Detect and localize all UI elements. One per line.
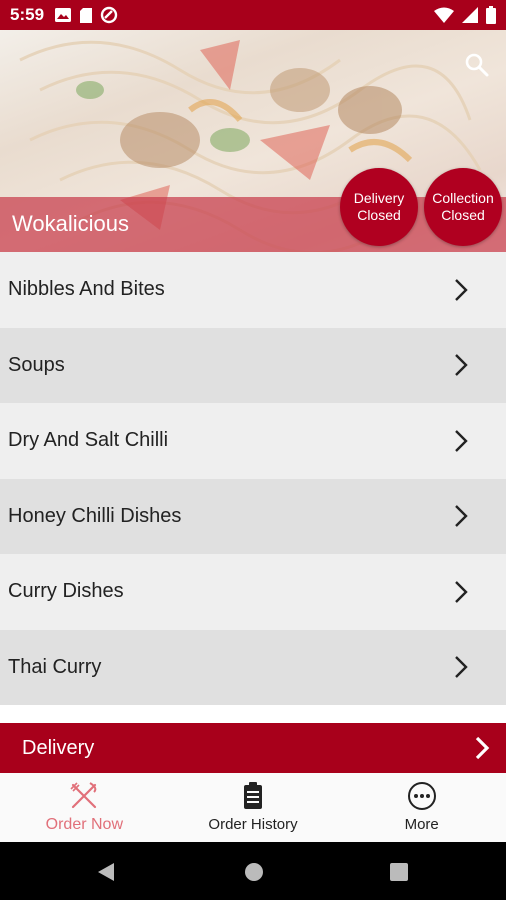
tab-order-history[interactable]: Order History — [169, 773, 338, 842]
tab-order-now-label: Order Now — [45, 816, 124, 833]
menu-category-label: Thai Curry — [8, 655, 102, 678]
data-saver-icon — [100, 6, 118, 24]
order-mode-label: Delivery — [22, 736, 95, 759]
status-bar: 5:59 — [0, 0, 506, 30]
back-icon[interactable] — [96, 862, 116, 882]
menu-category-label: Honey Chilli Dishes — [8, 504, 182, 527]
chevron-right-icon — [475, 736, 490, 760]
tab-more-label: More — [404, 816, 439, 833]
menu-category-label: Dry And Salt Chilli — [8, 429, 169, 452]
menu-category-list: Nibbles And Bites Soups Dry And Salt Chi… — [0, 252, 506, 705]
recents-icon[interactable] — [390, 863, 408, 881]
fork-knife-icon — [70, 782, 97, 809]
system-navigation-bar — [0, 842, 506, 900]
tab-order-now[interactable]: Order Now — [0, 773, 169, 842]
delivery-status-line2: Closed — [357, 207, 401, 223]
chevron-right-icon — [455, 505, 468, 528]
battery-icon — [486, 6, 496, 24]
delivery-status-line1: Delivery — [353, 190, 405, 206]
menu-category-item[interactable]: Soups — [0, 327, 506, 403]
chevron-right-icon — [455, 580, 468, 603]
restaurant-header: Wokalicious Delivery Closed Collection C… — [0, 30, 506, 252]
menu-category-label: Curry Dishes — [8, 580, 124, 603]
collection-status-line2: Closed — [441, 207, 485, 223]
delivery-status-badge: Delivery Closed — [340, 168, 418, 246]
status-time: 5:59 — [10, 5, 45, 24]
search-icon[interactable] — [464, 52, 490, 78]
chevron-right-icon — [455, 278, 468, 301]
collection-status-line1: Collection — [432, 190, 494, 206]
home-icon[interactable] — [244, 862, 264, 882]
wifi-icon — [434, 7, 454, 23]
sd-card-icon — [80, 7, 93, 23]
menu-category-label: Soups — [8, 353, 65, 376]
more-icon — [407, 782, 436, 810]
restaurant-name: Wokalicious — [12, 211, 129, 236]
menu-category-item[interactable]: Dry And Salt Chilli — [0, 403, 506, 479]
collection-status-badge: Collection Closed — [424, 168, 502, 246]
order-mode-bar[interactable]: Delivery — [0, 723, 506, 773]
menu-category-item[interactable]: Honey Chilli Dishes — [0, 478, 506, 554]
menu-category-label: Nibbles And Bites — [8, 278, 165, 301]
chevron-right-icon — [455, 354, 468, 377]
signal-icon — [462, 7, 478, 23]
menu-category-item[interactable]: Nibbles And Bites — [0, 252, 506, 328]
tab-more[interactable]: More — [337, 773, 506, 842]
clipboard-icon — [244, 782, 262, 809]
gallery-notification-icon — [55, 8, 72, 22]
chevron-right-icon — [455, 429, 468, 452]
menu-category-item[interactable]: Curry Dishes — [0, 554, 506, 630]
chevron-right-icon — [455, 656, 468, 679]
tab-order-history-label: Order History — [208, 816, 298, 833]
menu-category-item[interactable]: Thai Curry — [0, 629, 506, 705]
bottom-navigation: Order Now Order History More — [0, 773, 506, 842]
